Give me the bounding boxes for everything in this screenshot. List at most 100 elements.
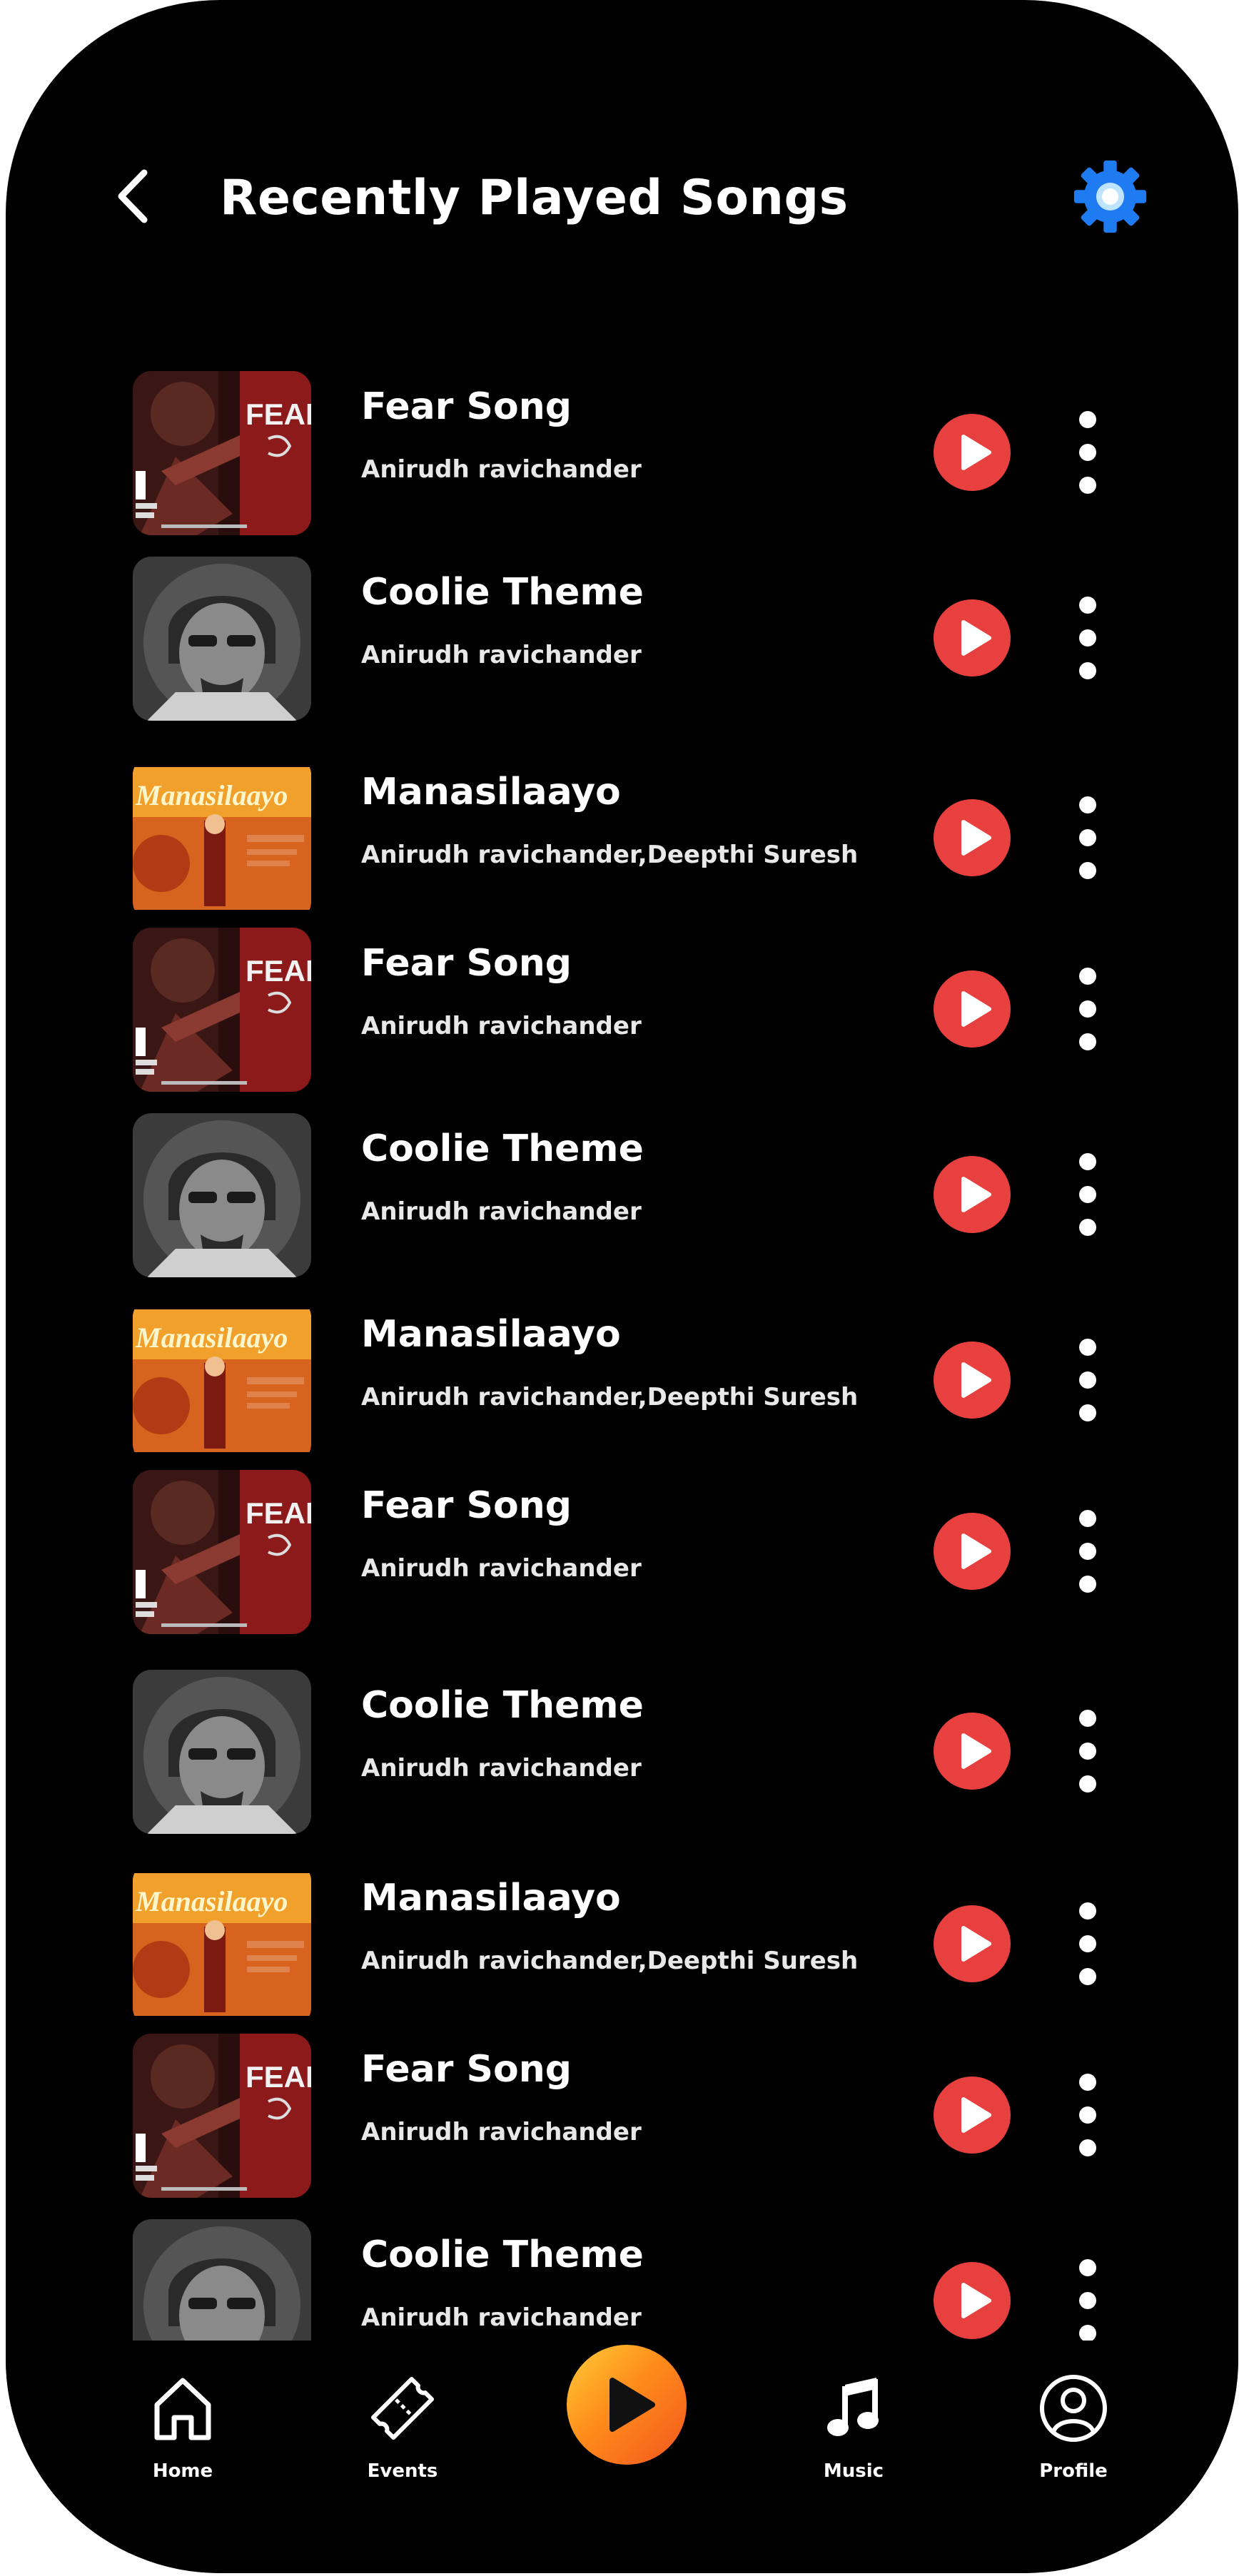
song-title: Fear Song	[361, 2048, 572, 2091]
settings-gear-icon[interactable]	[1069, 156, 1151, 238]
play-button[interactable]	[934, 2076, 1011, 2154]
more-options-icon[interactable]	[1062, 1900, 1112, 1988]
more-options-icon[interactable]	[1062, 1150, 1112, 1239]
song-row[interactable]: Manasilaayo Manasilaayo Anirudh ravichan…	[6, 756, 1238, 921]
song-artist: Anirudh ravichander	[361, 1012, 642, 1040]
album-cover	[133, 557, 311, 721]
dot	[1079, 1371, 1096, 1389]
dot	[1079, 1033, 1096, 1050]
more-options-icon[interactable]	[1062, 408, 1112, 497]
album-cover: FEAR S	[133, 2034, 311, 2198]
song-artist: Anirudh ravichander	[361, 1197, 642, 1226]
dot	[1079, 597, 1096, 614]
dot	[1079, 2139, 1096, 2156]
album-cover: Manasilaayo	[133, 1862, 311, 2027]
play-icon	[961, 2283, 991, 2318]
dot	[1079, 1339, 1096, 1356]
play-button[interactable]	[934, 2262, 1011, 2339]
svg-text:Manasilaayo: Manasilaayo	[135, 1885, 288, 1917]
recent-songs-list[interactable]: FEAR S Fear Song Anirudh ravichander	[6, 357, 1238, 2341]
dot	[1079, 629, 1096, 646]
album-cover	[133, 1670, 311, 1834]
dot	[1079, 1968, 1096, 1985]
header: Recently Played Songs	[6, 143, 1238, 243]
svg-text:Manasilaayo: Manasilaayo	[135, 779, 288, 811]
dot	[1079, 1935, 1096, 1952]
more-options-icon[interactable]	[1062, 1336, 1112, 1424]
album-cover: FEAR S	[133, 1470, 311, 1634]
song-title: Manasilaayo	[361, 1877, 621, 1920]
song-row[interactable]: Coolie Theme Anirudh ravichander	[6, 2219, 1238, 2341]
song-row[interactable]: Manasilaayo Manasilaayo Anirudh ravichan…	[6, 1862, 1238, 2027]
nav-profile[interactable]: Profile	[1002, 2369, 1145, 2498]
play-icon	[961, 2097, 991, 2133]
play-icon	[961, 620, 991, 656]
song-row[interactable]: Coolie Theme Anirudh ravichander	[6, 1670, 1238, 1834]
more-options-icon[interactable]	[1062, 965, 1112, 1053]
play-icon	[961, 1533, 991, 1569]
dot	[1079, 1775, 1096, 1792]
song-row[interactable]: FEAR S Fear Song Anirudh ravichander	[6, 371, 1238, 535]
music-note-icon	[818, 2369, 889, 2448]
song-artist: Anirudh ravichander	[361, 1754, 642, 1783]
nav-profile-label: Profile	[1039, 2460, 1108, 2482]
svg-text:FEAR S: FEAR S	[246, 954, 311, 988]
dot	[1079, 411, 1096, 428]
dot	[1079, 968, 1096, 985]
play-button[interactable]	[934, 799, 1011, 876]
song-row[interactable]: Manasilaayo Manasilaayo Anirudh ravichan…	[6, 1299, 1238, 1463]
play-button[interactable]	[934, 1905, 1011, 1982]
dot	[1079, 1743, 1096, 1760]
dot	[1079, 1404, 1096, 1421]
more-options-icon[interactable]	[1062, 2071, 1112, 2159]
dot	[1079, 2292, 1096, 2309]
back-arrow-icon[interactable]	[107, 164, 164, 228]
dot	[1079, 1219, 1096, 1236]
play-icon	[961, 1362, 991, 1398]
bottom-navigation: Home Events Music Profile	[6, 2341, 1238, 2573]
song-row[interactable]: Coolie Theme Anirudh ravichander	[6, 557, 1238, 721]
play-button[interactable]	[934, 599, 1011, 676]
song-row[interactable]: FEAR S Fear Song Anirudh ravichander	[6, 2034, 1238, 2198]
more-options-icon[interactable]	[1062, 594, 1112, 682]
song-artist: Anirudh ravichander,Deepthi Suresh	[361, 841, 859, 869]
song-row[interactable]: FEAR S Fear Song Anirudh ravichander	[6, 1470, 1238, 1634]
svg-text:FEAR S: FEAR S	[246, 397, 311, 431]
dot	[1079, 1543, 1096, 1560]
dot	[1079, 862, 1096, 879]
song-title: Coolie Theme	[361, 1684, 644, 1727]
song-artist: Anirudh ravichander	[361, 2303, 642, 2332]
play-button[interactable]	[934, 414, 1011, 491]
play-button[interactable]	[934, 1156, 1011, 1233]
nav-home[interactable]: Home	[111, 2369, 254, 2498]
dot	[1079, 2259, 1096, 2276]
more-options-icon[interactable]	[1062, 2256, 1112, 2341]
album-cover: FEAR S	[133, 371, 311, 535]
play-button[interactable]	[934, 970, 1011, 1048]
play-button[interactable]	[934, 1513, 1011, 1590]
more-options-icon[interactable]	[1062, 1707, 1112, 1795]
phone-screen: Recently Played Songs FEA Fear Song Anir…	[6, 0, 1238, 2573]
nav-events[interactable]: Events	[331, 2369, 474, 2498]
dot	[1079, 1000, 1096, 1018]
dot	[1079, 1153, 1096, 1170]
home-icon	[147, 2369, 218, 2448]
more-options-icon[interactable]	[1062, 1507, 1112, 1596]
song-artist: Anirudh ravichander	[361, 641, 642, 669]
play-icon	[961, 991, 991, 1027]
album-cover	[133, 2219, 311, 2341]
dot	[1079, 829, 1096, 846]
play-button[interactable]	[934, 1342, 1011, 1419]
song-row[interactable]: Coolie Theme Anirudh ravichander	[6, 1113, 1238, 1277]
song-row[interactable]: FEAR S Fear Song Anirudh ravichander	[6, 928, 1238, 1092]
more-options-icon[interactable]	[1062, 793, 1112, 882]
dot	[1079, 2106, 1096, 2124]
now-playing-button[interactable]	[567, 2345, 687, 2465]
dot	[1079, 1576, 1096, 1593]
play-button[interactable]	[934, 1713, 1011, 1790]
svg-text:FEAR S: FEAR S	[246, 2060, 311, 2094]
dot	[1079, 1710, 1096, 1727]
nav-music[interactable]: Music	[782, 2369, 925, 2498]
dot	[1079, 2074, 1096, 2091]
dot	[1079, 1186, 1096, 1203]
